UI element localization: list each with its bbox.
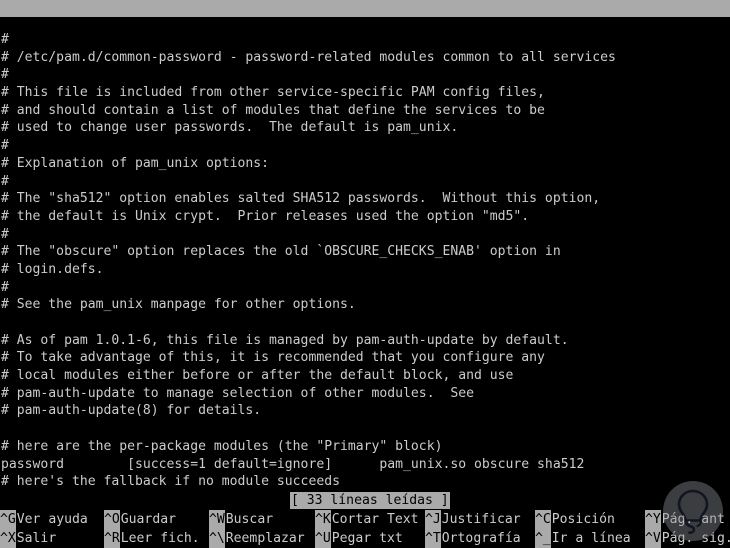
- editor-line: password [success=1 default=ignore] pam_…: [1, 456, 585, 472]
- shortcut-key: ^O: [104, 510, 120, 529]
- shortcut-key: ^U: [315, 529, 331, 548]
- editor-line: # As of pam 1.0.1-6, this file is manage…: [1, 332, 569, 348]
- shortcut-key: ^C: [535, 510, 551, 529]
- editor-line: #: [1, 138, 9, 154]
- shortcut-label: Justificar: [441, 512, 521, 527]
- editor-line: #: [1, 67, 9, 83]
- shortcut-buscar[interactable]: ^W Buscar: [209, 510, 315, 529]
- shortcut-key: ^R: [104, 529, 120, 548]
- shortcut-label: Pegar txt: [331, 531, 403, 546]
- shortcut-label: Posición: [551, 512, 615, 527]
- shortcut-ir-a-l-nea[interactable]: ^_ Ir a línea: [535, 529, 645, 548]
- editor-line: # used to change user passwords. The def…: [1, 120, 459, 136]
- shortcut-row-secondary: ^X Salir ^R Leer fich. ^\ Reemplazar ^U Pegar t…: [0, 529, 730, 548]
- shortcut-row-primary: ^G Ver ayuda ^O Guardar ^W Buscar ^K Cortar Tex…: [0, 510, 730, 529]
- shortcut-p-g-sig[interactable]: ^V Pág. sig.: [645, 529, 730, 548]
- editor-line: # and should contain a list of modules t…: [1, 102, 545, 118]
- shortcut-key: ^K: [315, 510, 331, 529]
- shortcut-label: Pág. sig.: [661, 531, 730, 546]
- editor-line: # pam-auth-update(8) for details.: [1, 403, 262, 419]
- terminal-window: GNU nano 2.5.3Archivo: common-password #…: [0, 0, 730, 548]
- editor-line: # This file is included from other servi…: [1, 85, 545, 101]
- shortcut-key: ^X: [0, 529, 16, 548]
- shortcut-cortar-text[interactable]: ^K Cortar Text: [315, 510, 425, 529]
- shortcut-salir[interactable]: ^X Salir: [0, 529, 104, 548]
- shortcut-key: ^\: [209, 529, 225, 548]
- editor-line: # The "sha512" option enables salted SHA…: [1, 191, 601, 207]
- shortcut-key: ^T: [425, 529, 441, 548]
- editor-line: # To take advantage of this, it is recom…: [1, 350, 545, 366]
- shortcut-label: Buscar: [225, 512, 274, 527]
- shortcut-label: Cortar Text: [331, 512, 419, 527]
- shortcut-key: ^G: [0, 510, 16, 529]
- editor-line: # Explanation of pam_unix options:: [1, 155, 270, 171]
- shortcut-label: Salir: [16, 531, 57, 546]
- editor-line: # /etc/pam.d/common-password - password-…: [1, 49, 616, 65]
- shortcut-key: ^J: [425, 510, 441, 529]
- shortcut-bar: ^G Ver ayuda ^O Guardar ^W Buscar ^K Cortar Tex…: [0, 510, 730, 548]
- editor-line: #: [1, 279, 9, 295]
- editor-line: # pam-auth-update to manage selection of…: [1, 385, 474, 401]
- editor-line: #: [1, 32, 9, 47]
- editor-line: # local modules either before or after t…: [1, 368, 514, 384]
- shortcut-p-g-ant[interactable]: ^Y Pág. ant: [645, 510, 730, 529]
- editor-line: # See the pam_unix manpage for other opt…: [1, 297, 356, 313]
- editor-line: #: [1, 173, 9, 189]
- editor-line: #: [1, 226, 9, 242]
- shortcut-label: Ver ayuda: [16, 512, 88, 527]
- shortcut-label: Pág. ant: [661, 512, 725, 527]
- shortcut-label: Reemplazar: [225, 531, 305, 546]
- shortcut-key: ^W: [209, 510, 225, 529]
- shortcut-label: Ortografía: [441, 531, 521, 546]
- shortcut-key: ^_: [535, 529, 551, 548]
- status-message: [ 33 líneas leídas ]: [290, 492, 450, 509]
- shortcut-pegar-txt[interactable]: ^U Pegar txt: [315, 529, 425, 548]
- shortcut-key: ^V: [645, 529, 661, 548]
- shortcut-ver-ayuda[interactable]: ^G Ver ayuda: [0, 510, 104, 529]
- editor-text-area[interactable]: # # /etc/pam.d/common-password - password…: [0, 31, 730, 493]
- shortcut-guardar[interactable]: ^O Guardar: [104, 510, 209, 529]
- shortcut-reemplazar[interactable]: ^\ Reemplazar: [209, 529, 315, 548]
- editor-line: # here are the per-package modules (the …: [1, 438, 443, 454]
- shortcut-key: ^Y: [645, 510, 661, 529]
- shortcut-justificar[interactable]: ^J Justificar: [425, 510, 535, 529]
- shortcut-posici-n[interactable]: ^C Posición: [535, 510, 645, 529]
- editor-line: # the default is Unix crypt. Prior relea…: [1, 208, 530, 224]
- editor-line: # here's the fallback if no module succe…: [1, 474, 340, 490]
- shortcut-ortograf-a[interactable]: ^T Ortografía: [425, 529, 535, 548]
- editor-line: # login.defs.: [1, 261, 104, 277]
- nano-title-bar: GNU nano 2.5.3Archivo: common-password: [0, 0, 730, 17]
- editor-line: # The "obscure" option replaces the old …: [1, 244, 561, 260]
- shortcut-leer-fich[interactable]: ^R Leer fich.: [104, 529, 209, 548]
- status-bar: [ 33 líneas leídas ]: [0, 492, 730, 509]
- shortcut-label: Ir a línea: [551, 531, 631, 546]
- shortcut-label: Guardar: [120, 512, 176, 527]
- shortcut-label: Leer fich.: [120, 531, 200, 546]
